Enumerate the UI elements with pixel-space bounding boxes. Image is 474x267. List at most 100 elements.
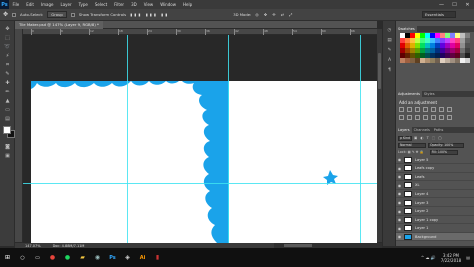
- guide-vertical[interactable]: [360, 35, 361, 243]
- blend-mode-select[interactable]: Normal: [398, 142, 426, 148]
- adjustment-icon[interactable]: [447, 107, 452, 112]
- gradient-icon[interactable]: ▤: [3, 115, 12, 123]
- guide-vertical[interactable]: [228, 35, 229, 243]
- spotify-icon[interactable]: ●: [60, 248, 75, 267]
- scroll-thumb[interactable]: [378, 53, 381, 89]
- maximize-icon[interactable]: ☐: [448, 0, 461, 9]
- menu-filter[interactable]: Filter: [111, 2, 128, 7]
- adjustment-icon[interactable]: [423, 115, 428, 120]
- menu-type[interactable]: Type: [75, 2, 91, 7]
- scroll-thumb[interactable]: [284, 244, 312, 247]
- eye-icon[interactable]: ◉: [396, 224, 403, 232]
- workspace-select[interactable]: Essentials: [422, 11, 456, 18]
- swatch-cell[interactable]: [465, 58, 470, 63]
- adjustment-icon[interactable]: [431, 107, 436, 112]
- eyedropper-icon[interactable]: ✎: [3, 70, 12, 78]
- layer-row[interactable]: ◉ XL: [396, 182, 474, 190]
- paragraph-icon[interactable]: ¶: [386, 67, 393, 73]
- notifications-icon[interactable]: ▤: [466, 255, 470, 260]
- magic-wand-icon[interactable]: ⚡: [3, 52, 12, 60]
- zoom-level[interactable]: 147.07%: [15, 244, 41, 248]
- adjustment-icon[interactable]: [447, 115, 452, 120]
- adjustment-icon[interactable]: [431, 115, 436, 120]
- layer-filter-select[interactable]: ρ Kind: [398, 135, 412, 141]
- eye-icon[interactable]: ◉: [396, 199, 403, 207]
- eye-icon[interactable]: ◉: [396, 156, 403, 164]
- layer-row[interactable]: ◉ Leafs: [396, 173, 474, 182]
- menu-3d[interactable]: 3D: [128, 2, 141, 7]
- eye-icon[interactable]: ◉: [396, 181, 403, 189]
- task-view-icon[interactable]: ▭: [30, 248, 45, 267]
- minimize-icon[interactable]: —: [435, 0, 448, 9]
- vertical-ruler[interactable]: [15, 29, 23, 242]
- fill-field[interactable]: Fill: 100%: [429, 149, 458, 155]
- layer-row[interactable]: ◉ Background: [396, 233, 474, 242]
- eye-icon[interactable]: ◉: [396, 216, 403, 224]
- windows-start-icon[interactable]: ⊞: [0, 248, 15, 267]
- clock[interactable]: 3:42 PM 7/22/2018: [441, 253, 462, 263]
- tray-icons[interactable]: ^ ☁ 🔊: [421, 255, 436, 260]
- explorer-icon[interactable]: ▰: [75, 248, 90, 267]
- swatches-grid[interactable]: [398, 33, 472, 85]
- screen-mode-icon[interactable]: ▣: [3, 152, 12, 160]
- search-icon[interactable]: ○: [15, 248, 30, 267]
- close-icon[interactable]: ✕: [461, 0, 474, 9]
- adjustment-icon[interactable]: [415, 107, 420, 112]
- canvas-area[interactable]: [23, 35, 377, 243]
- tab-styles[interactable]: Styles: [422, 91, 437, 97]
- adjustment-icon[interactable]: [399, 115, 404, 120]
- tab-paths[interactable]: Paths: [432, 127, 446, 133]
- document-canvas[interactable]: [31, 81, 377, 243]
- move-icon[interactable]: ✥: [3, 25, 12, 33]
- auto-select-checkbox[interactable]: [12, 12, 17, 17]
- layer-row[interactable]: ◉ Layer 5: [396, 156, 474, 164]
- layer-row[interactable]: ◉ Layer 1: [396, 225, 474, 233]
- menu-layer[interactable]: Layer: [57, 2, 75, 7]
- document-tab[interactable]: Tile Maker.psd @ 147% (Layer 9, RGB/8) *: [15, 20, 103, 29]
- eye-icon[interactable]: ◉: [396, 190, 403, 198]
- color-swatches-fg-bg[interactable]: [3, 126, 15, 138]
- lasso-icon[interactable]: ➰: [3, 43, 12, 51]
- guide-horizontal[interactable]: [23, 183, 377, 184]
- opacity-field[interactable]: Opacity: 100%: [428, 142, 464, 148]
- layer-row[interactable]: ◉ Layer 2: [396, 208, 474, 216]
- layer-row[interactable]: ◉ Leafs copy: [396, 165, 474, 173]
- history-icon[interactable]: ◷: [386, 27, 393, 33]
- eye-icon[interactable]: ◉: [396, 233, 403, 241]
- menu-view[interactable]: View: [140, 2, 157, 7]
- character-icon[interactable]: A: [386, 57, 393, 63]
- foreground-color[interactable]: [3, 126, 11, 134]
- lock-icons[interactable]: Lock: ▦ ✎ ✥ 🔒: [398, 150, 424, 154]
- show-transform-checkbox[interactable]: [70, 12, 75, 17]
- eye-icon[interactable]: ◉: [396, 173, 403, 181]
- layer-row[interactable]: ◉ Layer 4: [396, 190, 474, 199]
- brush-icon[interactable]: ✏: [3, 88, 12, 96]
- adjustment-icon[interactable]: [399, 107, 404, 112]
- layer-row[interactable]: ◉ Layer 1 copy: [396, 216, 474, 225]
- move-tool-icon[interactable]: ✥: [3, 11, 8, 18]
- layer-row[interactable]: ◉ Layer 3: [396, 199, 474, 207]
- adjustment-icon[interactable]: [407, 115, 412, 120]
- adjustment-icons[interactable]: [399, 107, 471, 127]
- 3d-mode-icons[interactable]: ◎ ✥ ✣ ⇄ ⤢: [255, 12, 294, 17]
- doc-size[interactable]: Doc: 4.88M/7.11M: [41, 244, 85, 248]
- properties-icon[interactable]: ▤: [386, 37, 393, 43]
- tab-channels[interactable]: Channels: [412, 127, 432, 133]
- illustrator-icon[interactable]: Ai: [135, 248, 150, 267]
- guide-vertical[interactable]: [127, 35, 128, 243]
- tab-adjustments[interactable]: Adjustments: [396, 91, 422, 97]
- crop-icon[interactable]: ⌗: [3, 61, 12, 69]
- app-icon-2[interactable]: ▮: [150, 248, 165, 267]
- auto-select-dropdown[interactable]: Group: [47, 11, 67, 18]
- menu-help[interactable]: Help: [179, 2, 195, 7]
- menu-edit[interactable]: Edit: [23, 2, 38, 7]
- menu-select[interactable]: Select: [91, 2, 110, 7]
- menu-image[interactable]: Image: [37, 2, 57, 7]
- brush-settings-icon[interactable]: ✎: [386, 47, 393, 53]
- tab-swatches[interactable]: Swatches: [396, 26, 417, 32]
- chrome-icon[interactable]: ●: [45, 248, 60, 267]
- adjustment-icon[interactable]: [439, 115, 444, 120]
- adjustment-icon[interactable]: [407, 107, 412, 112]
- marquee-icon[interactable]: ⬚: [3, 34, 12, 42]
- eraser-icon[interactable]: ▭: [3, 106, 12, 114]
